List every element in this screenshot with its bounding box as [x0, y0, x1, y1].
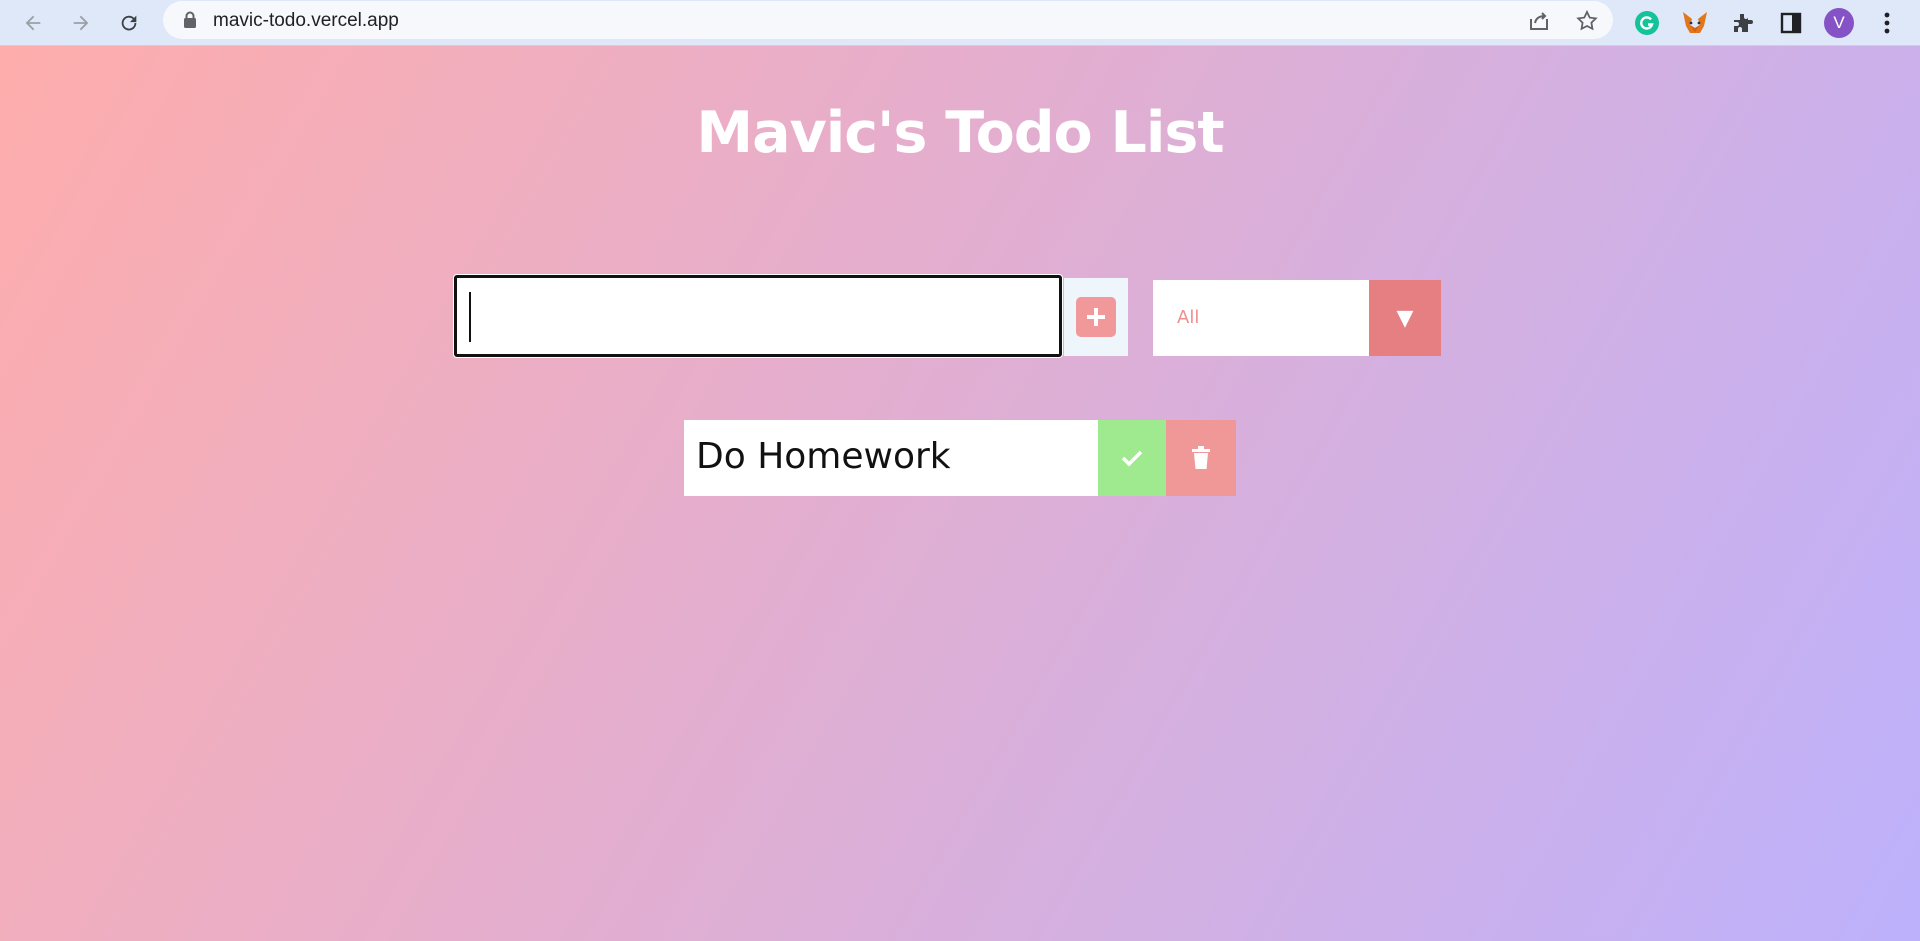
url-text: mavic-todo.vercel.app — [213, 10, 399, 31]
todo-text: Do Homework — [696, 436, 951, 477]
todo-input[interactable] — [454, 275, 1062, 357]
check-icon — [1121, 450, 1143, 467]
browser-toolbar: mavic-todo.vercel.app V — [0, 0, 1920, 46]
grammarly-icon[interactable] — [1630, 6, 1664, 40]
metamask-icon[interactable] — [1678, 6, 1712, 40]
caret-down-icon: ▼ — [1396, 305, 1414, 331]
todo-text-container: Do Homework — [684, 420, 1098, 496]
plus-icon — [1087, 308, 1105, 326]
page-title: Mavic's Todo List — [696, 100, 1224, 166]
menu-icon[interactable] — [1870, 6, 1904, 40]
filter-select[interactable]: All ▼ — [1153, 280, 1441, 356]
side-panel-icon[interactable] — [1774, 6, 1808, 40]
trash-icon — [1192, 446, 1210, 469]
text-caret — [469, 292, 471, 342]
share-icon[interactable] — [1527, 9, 1551, 33]
forward-button[interactable] — [64, 6, 98, 40]
add-button-container — [1064, 278, 1128, 356]
filter-selected-value: All — [1177, 307, 1200, 328]
delete-button[interactable] — [1166, 420, 1236, 496]
complete-button[interactable] — [1098, 420, 1166, 496]
filter-dropdown-button[interactable]: ▼ — [1369, 280, 1441, 356]
profile-avatar[interactable]: V — [1822, 6, 1856, 40]
add-todo-button[interactable] — [1076, 297, 1116, 337]
reload-icon — [121, 15, 137, 31]
todo-item: Do Homework — [684, 420, 1236, 496]
star-icon[interactable] — [1575, 9, 1599, 33]
extensions-icon[interactable] — [1726, 6, 1760, 40]
back-button[interactable] — [16, 6, 50, 40]
address-bar[interactable]: mavic-todo.vercel.app — [163, 1, 1613, 39]
forward-icon — [73, 15, 89, 31]
lock-icon — [184, 11, 196, 28]
back-icon — [25, 15, 41, 31]
reload-button[interactable] — [112, 6, 146, 40]
